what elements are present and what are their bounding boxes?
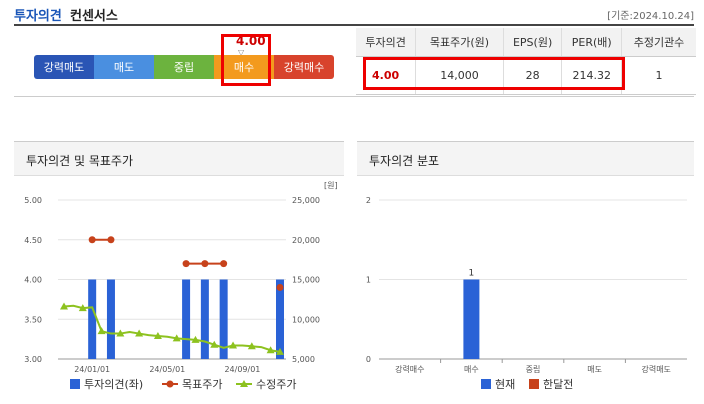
scale-sell: 매도: [94, 55, 154, 79]
left-axis-tick: 3.00: [24, 355, 42, 364]
bar-data-label: 1: [469, 269, 475, 279]
right-axis-tick: 10,000: [292, 315, 320, 324]
legend-current-swatch: [481, 379, 491, 389]
category-label: 강력매도: [641, 364, 670, 374]
category-label: 매도: [587, 365, 602, 374]
right-axis-tick: 5,000: [292, 355, 315, 364]
th-per: PER(배): [561, 28, 623, 57]
th-target-price: 목표주가(원): [415, 28, 504, 57]
adjusted-price-line: [63, 304, 281, 353]
legend-current: 현재: [495, 378, 515, 391]
category-label: 강력매수: [395, 364, 424, 374]
right-axis-tick: 20,000: [292, 236, 320, 245]
scale-neutral: 중립: [154, 55, 214, 79]
adjusted-price-point: [97, 327, 106, 335]
x-axis-tick: 24/09/01: [224, 365, 260, 374]
distribution-chart: 2 1 0 강력매수 매수 1 중립 매도 강력매도현재 한달전: [366, 196, 687, 391]
left-panel-title: 투자의견 및 목표주가: [14, 142, 344, 176]
current-bar: [463, 279, 480, 359]
legend-opinion: 투자의견(좌): [84, 378, 143, 391]
scale-strong-sell: 강력매도: [34, 55, 94, 79]
th-eps: EPS(원): [503, 28, 563, 57]
target-price-point: [107, 236, 115, 244]
target-price-point: [201, 260, 209, 268]
section-divider: [14, 96, 694, 97]
opinion-bar: [106, 279, 115, 359]
legend-prev: 한달전: [543, 378, 573, 391]
th-institutions: 추정기관수: [621, 28, 696, 57]
category-label: 매수: [464, 365, 479, 374]
left-axis-tick: 4.50: [24, 236, 42, 245]
left-axis-tick: 4.00: [24, 276, 42, 285]
y-axis-tick: 2: [366, 196, 371, 205]
x-axis-tick: 24/05/01: [149, 365, 185, 374]
header-title: 투자의견: [14, 9, 62, 24]
scale-strong-buy: 강력매수: [274, 55, 334, 79]
y-axis-tick: 1: [366, 276, 371, 285]
table-header-row: 투자의견 목표주가(원) EPS(원) PER(배) 추정기관수: [356, 28, 696, 57]
opinion-bar: [88, 279, 97, 359]
header-subtitle: 컨센서스: [70, 9, 118, 24]
th-opinion: 투자의견: [356, 28, 417, 57]
legend-price: 수정주가: [256, 378, 296, 391]
right-axis-unit: [원]: [324, 181, 338, 190]
category-label: 중립: [526, 365, 541, 374]
legend-opinion-swatch: [70, 379, 80, 389]
left-axis-tick: 3.50: [24, 315, 42, 324]
legend-prev-swatch: [529, 379, 539, 389]
opinion-bar: [182, 279, 191, 359]
y-axis-tick: 0: [366, 355, 371, 364]
x-axis-tick: 24/01/01: [74, 365, 110, 374]
legend-target: 목표주가: [182, 378, 222, 391]
opinion-price-chart: 5.00 4.50 4.00 3.50 3.00 25,000 20,000 15,000 10…: [24, 181, 338, 391]
left-axis-tick: 5.00: [24, 196, 42, 205]
right-axis-tick: 25,000: [292, 196, 320, 205]
target-price-point: [88, 236, 96, 244]
opinion-bar: [200, 279, 209, 359]
target-price-point: [276, 283, 284, 291]
opinion-price-panel: 투자의견 및 목표주가 5.00 4.50 4.00 3.50 3.00 25,000 20…: [14, 141, 344, 399]
opinion-scale: 강력매도 매도 중립 매수 강력매수: [34, 55, 334, 79]
td-institutions: 1: [621, 56, 696, 95]
header: 투자의견 컨센서스 [기준:2024.10.24]: [14, 0, 694, 26]
right-axis-tick: 15,000: [292, 276, 320, 285]
current-opinion-highlight: [221, 34, 271, 86]
distribution-panel: 투자의견 분포 2 1 0 강력매수 매수 1 중립 매도 강력매도현재 한달전: [357, 141, 694, 399]
opinion-bar: [276, 279, 284, 359]
target-price-point: [182, 260, 190, 268]
table-row-highlight: [363, 57, 625, 90]
target-price-point: [220, 260, 228, 268]
right-panel-title: 투자의견 분포: [357, 142, 694, 176]
legend-target-marker: [166, 380, 174, 388]
reference-date: [기준:2024.10.24]: [607, 11, 694, 22]
